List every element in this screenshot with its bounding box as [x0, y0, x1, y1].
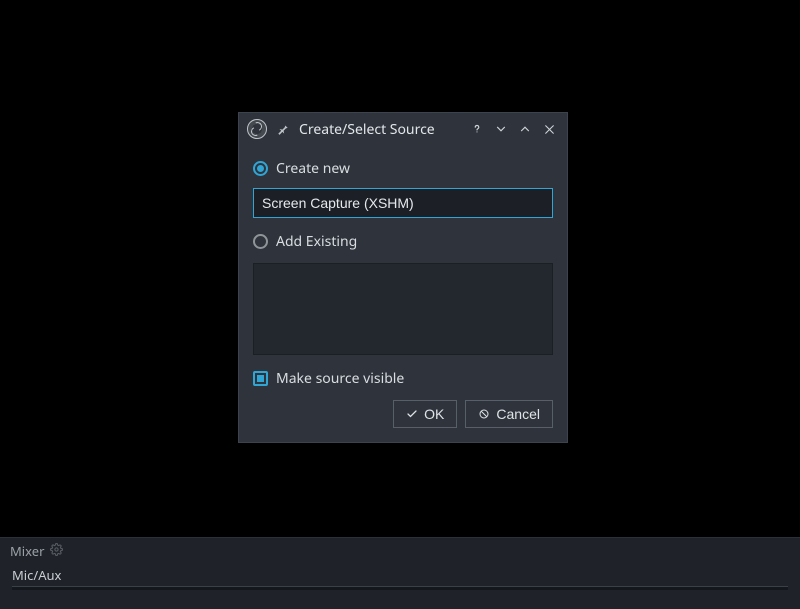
obs-logo-icon [247, 119, 267, 139]
source-name-input[interactable] [253, 188, 553, 218]
add-existing-label: Add Existing [276, 232, 357, 251]
existing-sources-list[interactable] [253, 263, 553, 355]
mixer-channel-label: Mic/Aux [12, 566, 788, 586]
help-icon[interactable] [469, 121, 485, 137]
prohibit-icon [478, 408, 490, 420]
radio-icon [253, 234, 268, 249]
checkbox-icon [253, 371, 268, 386]
chevron-down-icon[interactable] [493, 121, 509, 137]
pin-icon[interactable] [275, 121, 291, 137]
make-source-visible-checkbox[interactable]: Make source visible [253, 367, 553, 400]
make-visible-label: Make source visible [276, 369, 404, 388]
check-icon [406, 408, 418, 420]
mixer-meter [12, 586, 788, 590]
dialog-title: Create/Select Source [299, 120, 435, 139]
radio-icon [253, 161, 268, 176]
dialog-titlebar[interactable]: Create/Select Source [239, 113, 567, 145]
close-icon[interactable] [541, 121, 557, 137]
dialog-body: Create new Add Existing Make source visi… [239, 145, 567, 442]
mixer-panel: Mixer Mic/Aux [0, 537, 800, 609]
create-new-label: Create new [276, 159, 350, 178]
mixer-body: Mic/Aux [12, 566, 788, 590]
cancel-label: Cancel [496, 406, 540, 422]
ok-button[interactable]: OK [393, 400, 457, 428]
add-existing-radio[interactable]: Add Existing [253, 228, 553, 255]
mixer-label: Mixer [10, 542, 44, 560]
mixer-header: Mixer [0, 538, 800, 562]
chevron-up-icon[interactable] [517, 121, 533, 137]
gear-icon[interactable] [50, 542, 63, 560]
cancel-button[interactable]: Cancel [465, 400, 553, 428]
dialog-button-row: OK Cancel [253, 400, 553, 428]
create-new-radio[interactable]: Create new [253, 155, 553, 182]
create-select-source-dialog: Create/Select Source Create new Add Exis… [238, 112, 568, 443]
ok-label: OK [424, 406, 444, 422]
